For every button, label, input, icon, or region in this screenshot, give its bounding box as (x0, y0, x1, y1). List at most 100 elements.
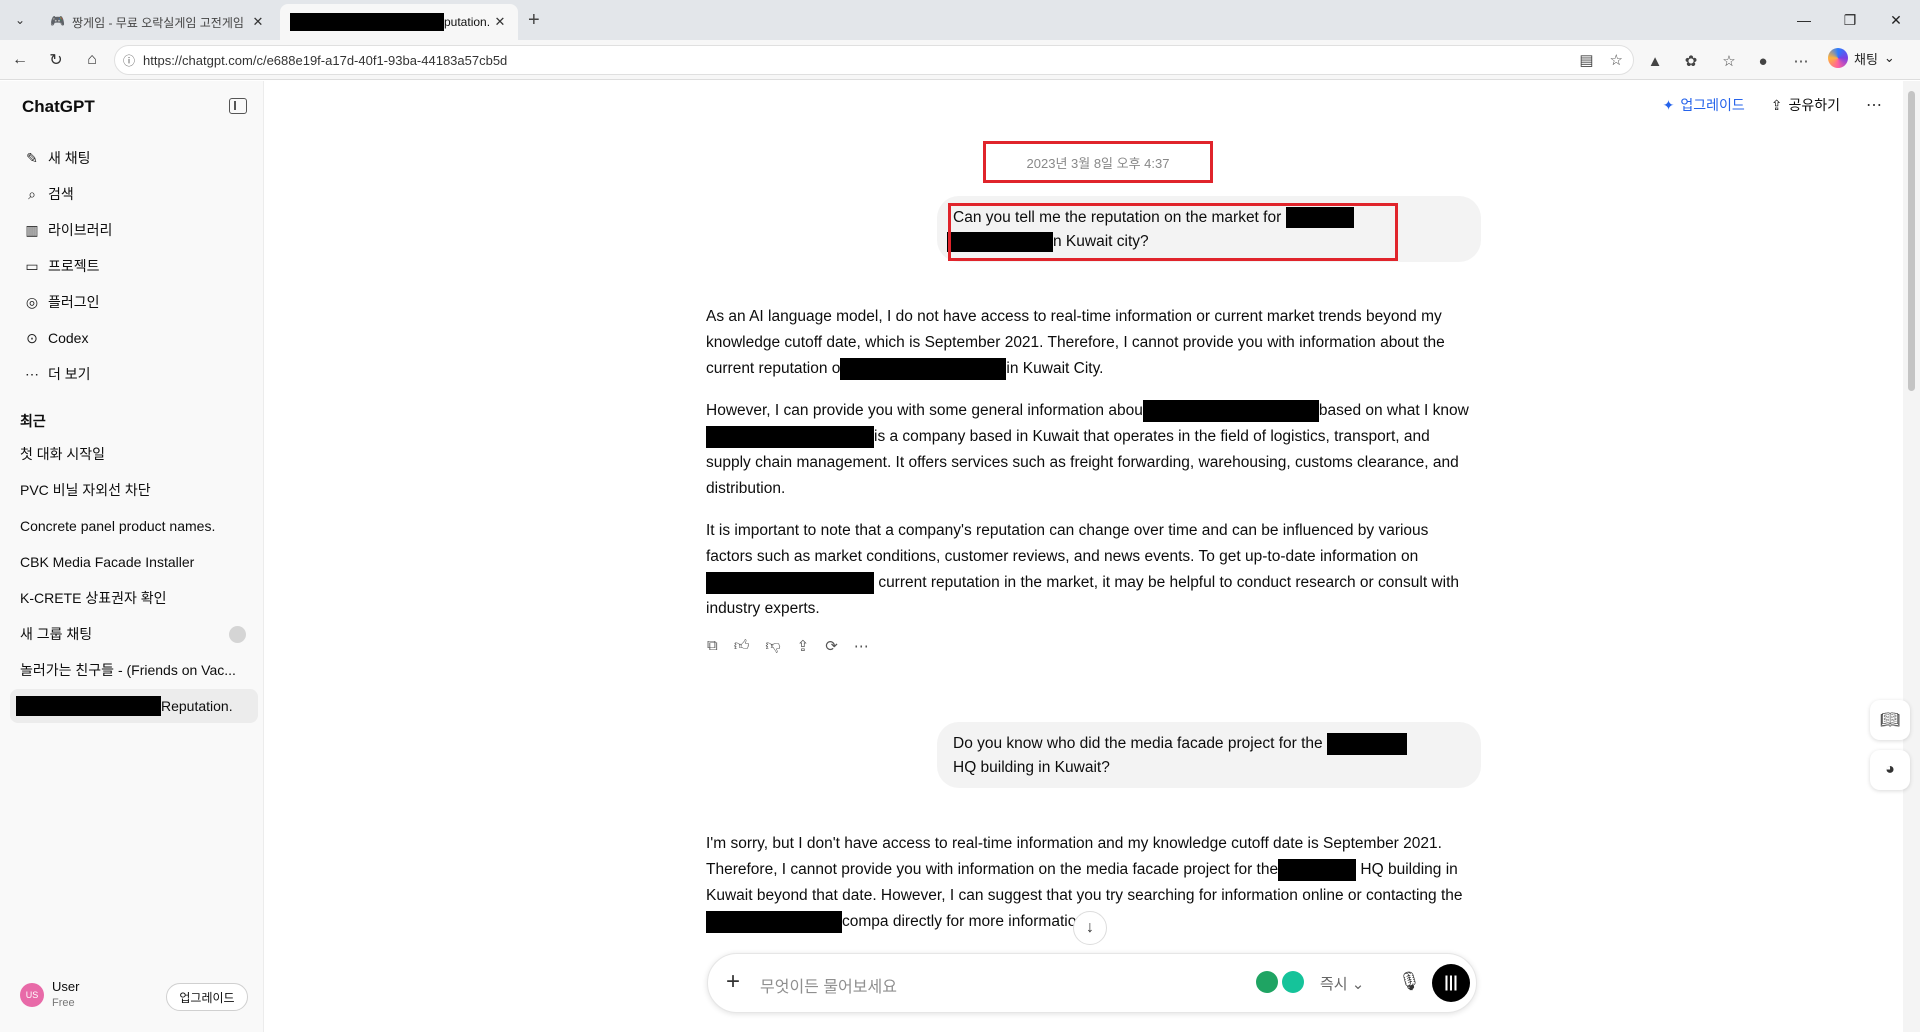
more-icon: ⋯ (25, 365, 39, 382)
tab-list-chevron-icon[interactable]: ⌄ (8, 8, 32, 32)
recent-chat-item[interactable]: K-CRETE 상표권자 확인 (10, 581, 258, 615)
reader-mode-icon[interactable]: ▤ (1579, 51, 1593, 69)
address-bar[interactable]: ⓘ https://chatgpt.com/c/e688e19f-a17d-40… (114, 45, 1634, 75)
favorite-star-icon[interactable]: ☆ (1610, 51, 1623, 69)
message-actions: ⧉ 👍︎ 👎︎ ⇪ ⟳ ⋯ (707, 637, 869, 655)
header-actions: ✦ 업그레이드 ⇪ 공유하기 ⋯ (1663, 95, 1883, 115)
sidebar-item-search[interactable]: ⌕ 검색 (12, 177, 252, 211)
browser-tab-game[interactable]: 🎮 짱게임 - 무료 오락실게임 고전게임 ✕ (40, 4, 276, 40)
message-text: HQ building in Kuwait? (953, 759, 1110, 776)
page-scrollbar[interactable] (1903, 81, 1920, 1032)
home-icon[interactable]: ⌂ (80, 48, 104, 72)
back-icon[interactable]: ← (8, 48, 32, 72)
sidebar-item-more[interactable]: ⋯ 더 보기 (12, 357, 252, 391)
composer-extensions (1256, 971, 1304, 993)
reader-book-icon[interactable]: 📖︎ (1870, 700, 1910, 740)
user-name: User (52, 979, 80, 994)
sidebar-upgrade-button[interactable]: 업그레이드 (166, 983, 248, 1011)
sidebar: ChatGPT ✎ 새 채팅 ⌕ 검색 ▥ 라이브러리 ▭ 프로젝트 ◎ 플러그… (0, 81, 264, 1032)
share-icon[interactable]: ⇪ (797, 637, 810, 655)
redacted-block (840, 357, 1007, 380)
voice-mode-button[interactable]: ||| (1432, 964, 1470, 1002)
user-message-line: Do you know who did the media facade pro… (953, 732, 1465, 756)
extensions-icon[interactable]: ✿ (1680, 50, 1702, 72)
recent-chat-item[interactable]: 새 그룹 채팅 (10, 617, 258, 651)
recent-chat-label: 새 그룹 채팅 (20, 626, 93, 642)
conversation-menu-icon[interactable]: ⋯ (1866, 95, 1883, 115)
group-chat-icon (229, 626, 246, 643)
browser-tab-chatgpt[interactable]: putation. ✕ (280, 4, 518, 40)
copilot-logo-icon (1828, 48, 1848, 68)
recent-chat-item[interactable]: PVC 비닐 자외선 차단 (10, 473, 258, 507)
browser-toolbar: ← ↻ ⌂ ⓘ https://chatgpt.com/c/e688e19f-a… (0, 40, 1920, 80)
sidebar-toggle-icon[interactable] (229, 98, 247, 114)
close-window-icon[interactable]: ✕ (1876, 6, 1916, 34)
sidebar-item-library[interactable]: ▥ 라이브러리 (12, 213, 252, 247)
microphone-icon[interactable]: 🎙︎ (1398, 971, 1421, 992)
sidebar-item-plugins[interactable]: ◎ 플러그인 (12, 285, 252, 319)
reload-icon[interactable]: ↻ (44, 48, 68, 72)
recent-chat-label: K-CRETE 상표권자 확인 (20, 590, 167, 606)
copilot-button[interactable]: 채팅 ⌄ (1828, 48, 1895, 68)
annotation-highlight-box (948, 203, 1398, 261)
regenerate-icon[interactable]: ⟳ (825, 637, 838, 655)
chevron-down-icon: ⌄ (1883, 50, 1895, 65)
composer-input[interactable]: 무엇이든 물어보세요 (760, 973, 897, 997)
sidebar-item-projects[interactable]: ▭ 프로젝트 (12, 249, 252, 283)
codex-icon: ⊙ (26, 329, 38, 346)
sidebar-item-new-chat[interactable]: ✎ 새 채팅 (12, 141, 252, 175)
recent-chat-label: CBK Media Facade Installer (20, 554, 195, 570)
more-icon[interactable]: ⋯ (854, 637, 869, 655)
minimize-icon[interactable]: — (1784, 6, 1824, 34)
search-icon: ⌕ (28, 185, 36, 202)
drive-extension-icon[interactable]: ▲ (1644, 50, 1666, 72)
new-tab-icon[interactable]: + (528, 9, 540, 32)
assistant-paragraph: As an AI language model, I do not have a… (706, 304, 1476, 382)
grammarly-icon[interactable] (1282, 971, 1304, 993)
recent-chat-item-active[interactable]: Reputation. (10, 689, 258, 723)
user-profile[interactable]: US User Free 업그레이드 (16, 975, 252, 1019)
plugin-icon: ◎ (25, 293, 39, 310)
restore-icon[interactable]: ❐ (1830, 6, 1870, 34)
scrollbar-thumb[interactable] (1908, 91, 1915, 391)
recent-chat-item[interactable]: CBK Media Facade Installer (10, 545, 258, 579)
tab-title: putation. (444, 15, 491, 29)
share-button[interactable]: ⇪ 공유하기 (1771, 95, 1840, 115)
share-label: 공유하기 (1788, 97, 1840, 113)
redacted-block (706, 910, 842, 933)
message-text: It is important to note that a company's… (706, 522, 1429, 565)
library-icon: ▥ (25, 221, 39, 238)
favorites-icon[interactable]: ☆ (1718, 50, 1740, 72)
thumbs-down-icon[interactable]: 👎︎ (765, 637, 780, 655)
recent-chat-item[interactable]: 첫 대화 시작일 (10, 437, 258, 471)
browser-menu-icon[interactable]: ⋯ (1790, 50, 1812, 72)
mode-label: 즉시 (1320, 976, 1348, 993)
message-text: Do you know who did the media facade pro… (953, 735, 1323, 752)
game-favicon-icon: 🎮 (50, 14, 65, 28)
tab-close-icon[interactable]: ✕ (492, 14, 508, 30)
copy-icon[interactable]: ⧉ (707, 637, 718, 655)
profile-avatar-icon[interactable]: ● (1752, 50, 1774, 72)
color-wheel-icon[interactable]: ◕ (1870, 750, 1910, 790)
extension-icon[interactable] (1256, 971, 1278, 993)
response-mode-select[interactable]: 즉시 ⌄ (1320, 973, 1364, 994)
recent-chat-label: PVC 비닐 자외선 차단 (20, 482, 151, 498)
attach-plus-icon[interactable]: + (726, 968, 740, 996)
site-info-icon[interactable]: ⓘ (123, 52, 135, 69)
message-text: directly for more information. (892, 913, 1090, 930)
thumbs-up-icon[interactable]: 👍︎ (734, 637, 750, 655)
header-upgrade-button[interactable]: ✦ 업그레이드 (1663, 95, 1745, 115)
redacted-block (706, 571, 874, 594)
redacted-block (1326, 732, 1407, 755)
assistant-paragraph: It is important to note that a company's… (706, 518, 1476, 622)
sidebar-item-label: 플러그인 (48, 294, 100, 310)
message-text: compa (842, 913, 889, 930)
tab-close-icon[interactable]: ✕ (250, 14, 266, 30)
recent-chat-label: Reputation. (161, 698, 233, 714)
scroll-to-bottom-button[interactable]: ↓ (1073, 911, 1107, 945)
sidebar-item-codex[interactable]: ⊙ Codex (12, 321, 252, 355)
brand-title: ChatGPT (22, 97, 95, 116)
recent-chat-item[interactable]: 놀러가는 친구들 - (Friends on Vac... (10, 653, 258, 687)
message-text: in Kuwait City. (1006, 360, 1104, 377)
recent-chat-item[interactable]: Concrete panel product names. (10, 509, 258, 543)
